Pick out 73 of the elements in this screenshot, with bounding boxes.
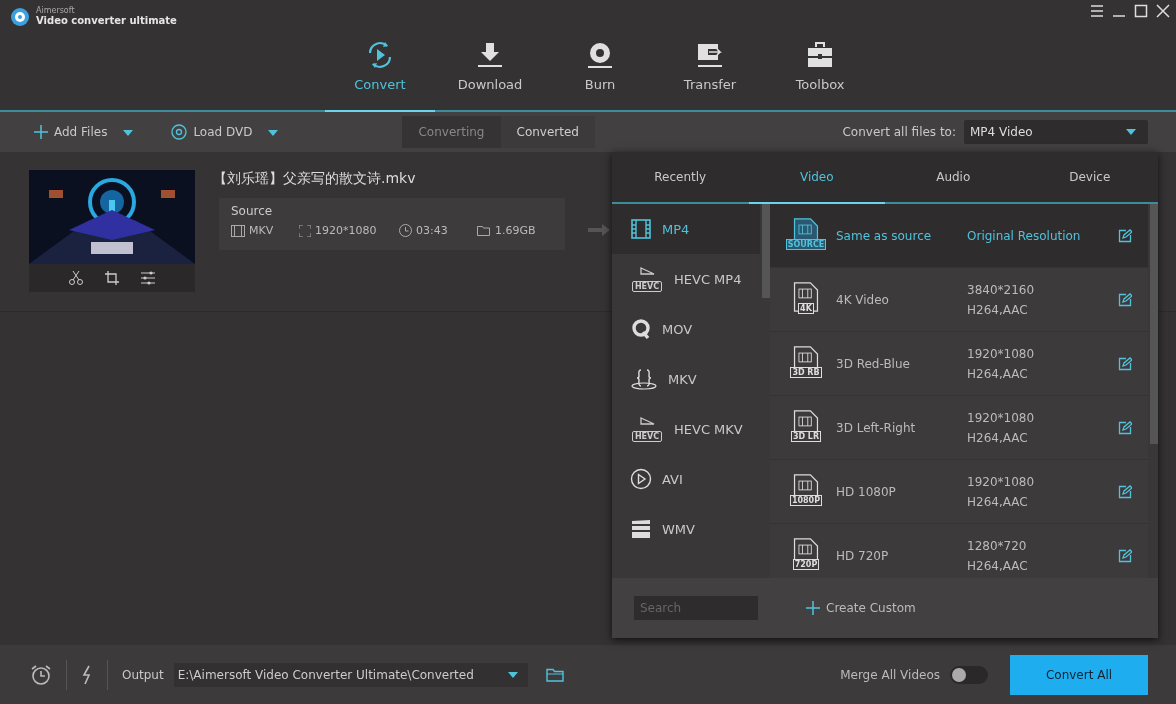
close-icon[interactable] — [1156, 4, 1170, 18]
preset-item[interactable]: 4K 4K Video 3840*2160 H264,AAC — [770, 268, 1148, 332]
edit-icon[interactable] — [1118, 228, 1132, 243]
format-item[interactable]: HEVC HEVC MKV — [612, 404, 760, 454]
resize-icon — [299, 224, 311, 237]
preset-item[interactable]: 3D LR 3D Left-Right 1920*1080 H264,AAC — [770, 396, 1148, 460]
clapperboard-icon — [630, 518, 652, 540]
search-field[interactable]: Search — [634, 596, 758, 620]
q-icon — [630, 318, 652, 340]
maximize-icon[interactable] — [1134, 4, 1148, 18]
play-icon — [630, 468, 652, 490]
braces-icon — [630, 368, 658, 390]
file-name: 【刘乐瑶】父亲写的散文诗.mkv — [213, 170, 417, 188]
edit-icon[interactable] — [1118, 548, 1132, 563]
size-value: 1.69GB — [495, 224, 536, 237]
scrollbar-thumb[interactable] — [1150, 204, 1158, 444]
plus-icon — [34, 125, 48, 139]
format-item[interactable]: AVI — [612, 454, 760, 504]
plus-icon — [806, 601, 820, 615]
merge-toggle[interactable] — [950, 665, 988, 684]
preset-item[interactable]: 1080P HD 1080P 1920*1080 H264,AAC — [770, 460, 1148, 524]
film-icon — [231, 224, 245, 237]
scrollbar-thumb[interactable] — [762, 204, 770, 298]
edit-icon[interactable] — [1118, 420, 1132, 435]
nav-tab[interactable]: Toolbox — [765, 35, 875, 105]
caret-icon — [1126, 129, 1136, 135]
nav-tab[interactable]: Download — [435, 35, 545, 105]
duration-value: 03:43 — [416, 224, 448, 237]
preset-item[interactable]: 3D RB 3D Red-Blue 1920*1080 H264,AAC — [770, 332, 1148, 396]
format-item[interactable]: MOV — [612, 304, 760, 354]
output-path-field[interactable]: E:\Aimersoft Video Converter Ultimate\Converted — [173, 662, 528, 687]
arrow-icon — [588, 224, 610, 236]
brand-subtitle: Aimersoft — [36, 6, 76, 15]
edit-icon[interactable] — [1118, 356, 1132, 371]
clock-icon — [399, 224, 412, 237]
folder-icon — [477, 225, 491, 236]
create-custom-button[interactable]: Create Custom — [800, 600, 922, 616]
view-tab[interactable]: Converted — [500, 116, 595, 148]
output-label: Output — [122, 667, 164, 682]
disc-icon — [171, 124, 188, 140]
source-label: Source — [231, 204, 274, 218]
logo-icon — [10, 6, 30, 27]
convert-all-button[interactable]: Convert All — [1010, 654, 1148, 695]
format-item[interactable]: MKV — [612, 354, 760, 404]
app-title: Video converter ultimate — [36, 15, 177, 27]
lightning-icon[interactable] — [81, 664, 93, 685]
format-item[interactable]: WMV — [612, 504, 760, 554]
folder-icon[interactable] — [545, 667, 564, 682]
edit-icon[interactable] — [1118, 292, 1132, 307]
resolution-value: 1920*1080 — [315, 224, 377, 237]
format-item[interactable]: HEVC HEVC MP4 — [612, 254, 760, 304]
caret-icon — [268, 130, 279, 136]
edit-icon[interactable] — [1118, 484, 1132, 499]
add-files-button[interactable]: Add Files — [34, 125, 134, 139]
menu-icon[interactable] — [1090, 4, 1104, 18]
view-tab[interactable]: Converting — [402, 116, 501, 148]
nav-tab[interactable]: Convert — [325, 35, 435, 105]
load-dvd-button[interactable]: Load DVD — [171, 124, 279, 140]
nav-tab[interactable]: Transfer — [655, 35, 765, 105]
format-value: MKV — [249, 224, 274, 237]
convert-all-label: Convert all files to: — [842, 125, 956, 139]
caret-icon — [123, 130, 134, 136]
format-item[interactable]: MP4 — [612, 204, 760, 254]
nav-tab[interactable]: Burn — [545, 35, 655, 105]
format-dropdown[interactable]: MP4 Video — [964, 120, 1148, 144]
crop-icon[interactable] — [104, 270, 120, 286]
scissors-icon[interactable] — [68, 270, 84, 286]
merge-label: Merge All Videos — [840, 667, 940, 682]
alarm-clock-icon[interactable] — [30, 663, 52, 686]
caret-icon — [507, 671, 518, 678]
film-icon — [630, 218, 652, 240]
preset-item[interactable]: SOURCE Same as source Original Resolution — [770, 204, 1148, 268]
sliders-icon[interactable] — [140, 270, 156, 286]
